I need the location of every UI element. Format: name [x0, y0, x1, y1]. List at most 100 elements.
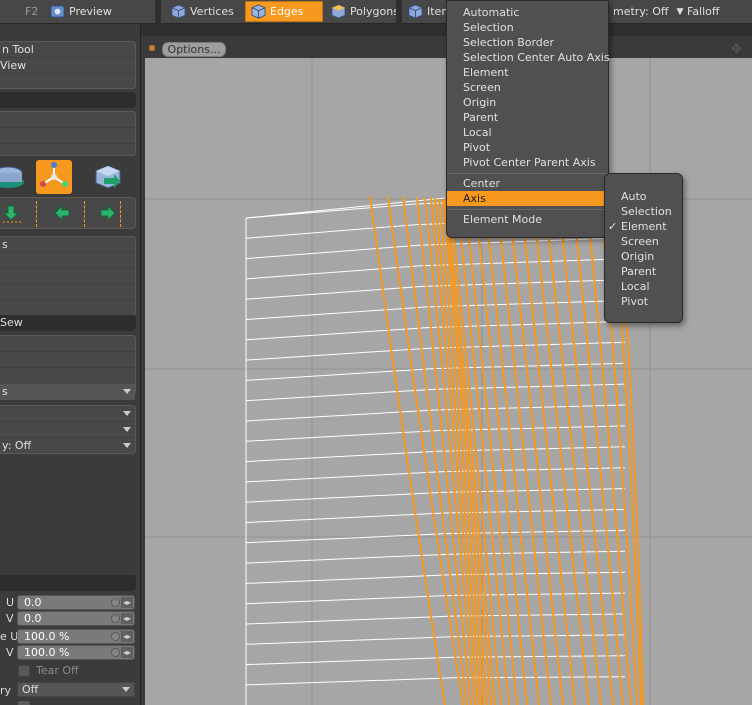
chevron-down-icon — [123, 443, 131, 448]
list-item[interactable] — [0, 269, 135, 285]
f2-hotkey-label: F2 — [25, 5, 39, 18]
preview-icon — [50, 5, 65, 18]
spin-arrows-icon[interactable]: ◂▸ — [121, 613, 133, 624]
menu-item-pivot-center-parent-axis[interactable]: Pivot Center Parent Axis — [447, 155, 608, 170]
list-item[interactable] — [0, 253, 135, 269]
tear-off-checkbox[interactable] — [18, 665, 30, 677]
mesh-row-edge — [245, 258, 626, 280]
menu-item-center[interactable]: Center — [447, 176, 608, 191]
menu-item-origin[interactable]: Origin — [447, 95, 608, 110]
menu-item-pivot[interactable]: Pivot — [447, 140, 608, 155]
mesh-row-edge — [245, 467, 626, 483]
edges-cube-icon — [251, 4, 266, 19]
u-scale-field[interactable]: 100.0 % ◂▸ — [17, 629, 135, 644]
uv-section-header[interactable] — [0, 575, 136, 591]
symmetry-button[interactable]: metry: Off ▼ — [608, 1, 688, 22]
chevron-down-icon — [123, 389, 131, 394]
tool-options-list: s — [0, 236, 136, 316]
menu-separator — [447, 209, 608, 210]
mesh-row-edge — [245, 613, 626, 625]
divider — [84, 201, 85, 227]
knob-icon — [111, 598, 120, 607]
preview-button[interactable]: Preview — [45, 1, 117, 22]
sew-section-header[interactable]: Sew — [0, 315, 136, 331]
vertices-cube-icon — [171, 4, 186, 19]
mesh-selected-edge — [508, 202, 564, 705]
submenu-item-pivot[interactable]: Pivot — [605, 294, 682, 309]
menu-item-selection-border[interactable]: Selection Border — [447, 35, 608, 50]
list-item[interactable] — [0, 128, 135, 144]
list-item[interactable]: View — [0, 58, 135, 74]
mesh-row-edge — [245, 341, 626, 361]
mesh-edges-selected — [369, 195, 644, 705]
viewport-options-button[interactable]: Options... — [162, 42, 226, 57]
submenu-item-local[interactable]: Local — [605, 279, 682, 294]
list-item[interactable] — [0, 112, 135, 128]
menu-item-automatic[interactable]: Automatic — [447, 5, 608, 20]
tool-properties-panel: n Tool View s Sew s y: Off U 0.0 ◂▸ V 0.… — [0, 24, 141, 705]
arrow-left-icon[interactable] — [52, 203, 72, 223]
menu-item-element[interactable]: Element — [447, 65, 608, 80]
viewport-indicator-icon — [149, 45, 155, 51]
list-item[interactable] — [0, 144, 135, 160]
submenu-item-screen[interactable]: Screen — [605, 234, 682, 249]
symmetry-dropdown-row[interactable]: y: Off — [0, 438, 135, 454]
divider — [36, 201, 37, 227]
checkbox[interactable] — [18, 701, 30, 705]
chevron-down-icon — [123, 427, 131, 432]
v-scale-field[interactable]: 100.0 % ◂▸ — [17, 645, 135, 660]
symmetry-dropdown-label: y: Off — [2, 439, 32, 452]
submenu-item-element[interactable]: ✓ Element — [605, 219, 682, 234]
arrow-right-icon[interactable] — [98, 203, 118, 223]
list-item[interactable] — [0, 352, 135, 368]
symmetry-dropdown[interactable]: Off — [17, 682, 135, 697]
falloff-button[interactable]: Falloff — [682, 1, 724, 22]
polygons-button[interactable]: Polygons — [326, 1, 404, 22]
list-item[interactable] — [0, 336, 135, 352]
list-item[interactable]: s — [0, 237, 135, 253]
submenu-item-parent[interactable]: Parent — [605, 264, 682, 279]
items-cube-icon — [408, 4, 423, 19]
viewport-move-icon[interactable]: ✥ — [731, 42, 742, 57]
menu-item-local[interactable]: Local — [447, 125, 608, 140]
list-item[interactable] — [0, 368, 135, 384]
list-item[interactable] — [0, 285, 135, 301]
menu-item-selection[interactable]: Selection — [447, 20, 608, 35]
spin-arrows-icon[interactable]: ◂▸ — [121, 647, 133, 658]
menu-item-screen[interactable]: Screen — [447, 80, 608, 95]
vertices-label: Vertices — [190, 5, 234, 18]
u-offset-field[interactable]: 0.0 ◂▸ — [17, 595, 135, 610]
list-item[interactable]: n Tool — [0, 42, 135, 58]
menu-item-element-mode[interactable]: Element Mode — [447, 212, 608, 227]
submenu-item-origin[interactable]: Origin — [605, 249, 682, 264]
mesh-row-edge — [245, 592, 626, 605]
checkmark-icon: ✓ — [608, 220, 618, 233]
u-scale-value: 100.0 % — [24, 630, 70, 643]
toolbar-divider — [396, 0, 402, 24]
sew-options-box: s — [0, 335, 136, 400]
submenu-item-selection[interactable]: Selection — [605, 204, 682, 219]
edges-button[interactable]: Edges — [245, 1, 323, 22]
vertices-button[interactable]: Vertices — [166, 1, 239, 22]
dropdown-row[interactable] — [0, 406, 135, 422]
spin-arrows-icon[interactable]: ◂▸ — [121, 597, 133, 608]
spin-arrows-icon[interactable]: ◂▸ — [121, 631, 133, 642]
menu-item-selection-center-auto-axis[interactable]: Selection Center Auto Axis — [447, 50, 610, 65]
knob-icon — [111, 632, 120, 641]
transform-tool-icon[interactable] — [36, 160, 72, 194]
menu-item-axis[interactable]: Axis — [447, 191, 608, 206]
list-item[interactable] — [0, 74, 135, 90]
menu-separator — [447, 173, 608, 174]
mode-dropdown[interactable]: s — [0, 384, 135, 400]
mesh-selected-edge — [544, 203, 602, 705]
divider — [120, 201, 121, 227]
arrow-down-icon[interactable] — [2, 203, 22, 223]
dropdown-row[interactable] — [0, 422, 135, 438]
menu-item-parent[interactable]: Parent — [447, 110, 608, 125]
mesh-top-edge — [245, 197, 446, 219]
cube-move-tool-icon[interactable] — [90, 160, 126, 194]
v-offset-field[interactable]: 0.0 ◂▸ — [17, 611, 135, 626]
cylinder-tool-icon[interactable] — [0, 160, 36, 194]
submenu-item-auto[interactable]: Auto — [605, 189, 682, 204]
section-header[interactable] — [0, 92, 136, 108]
